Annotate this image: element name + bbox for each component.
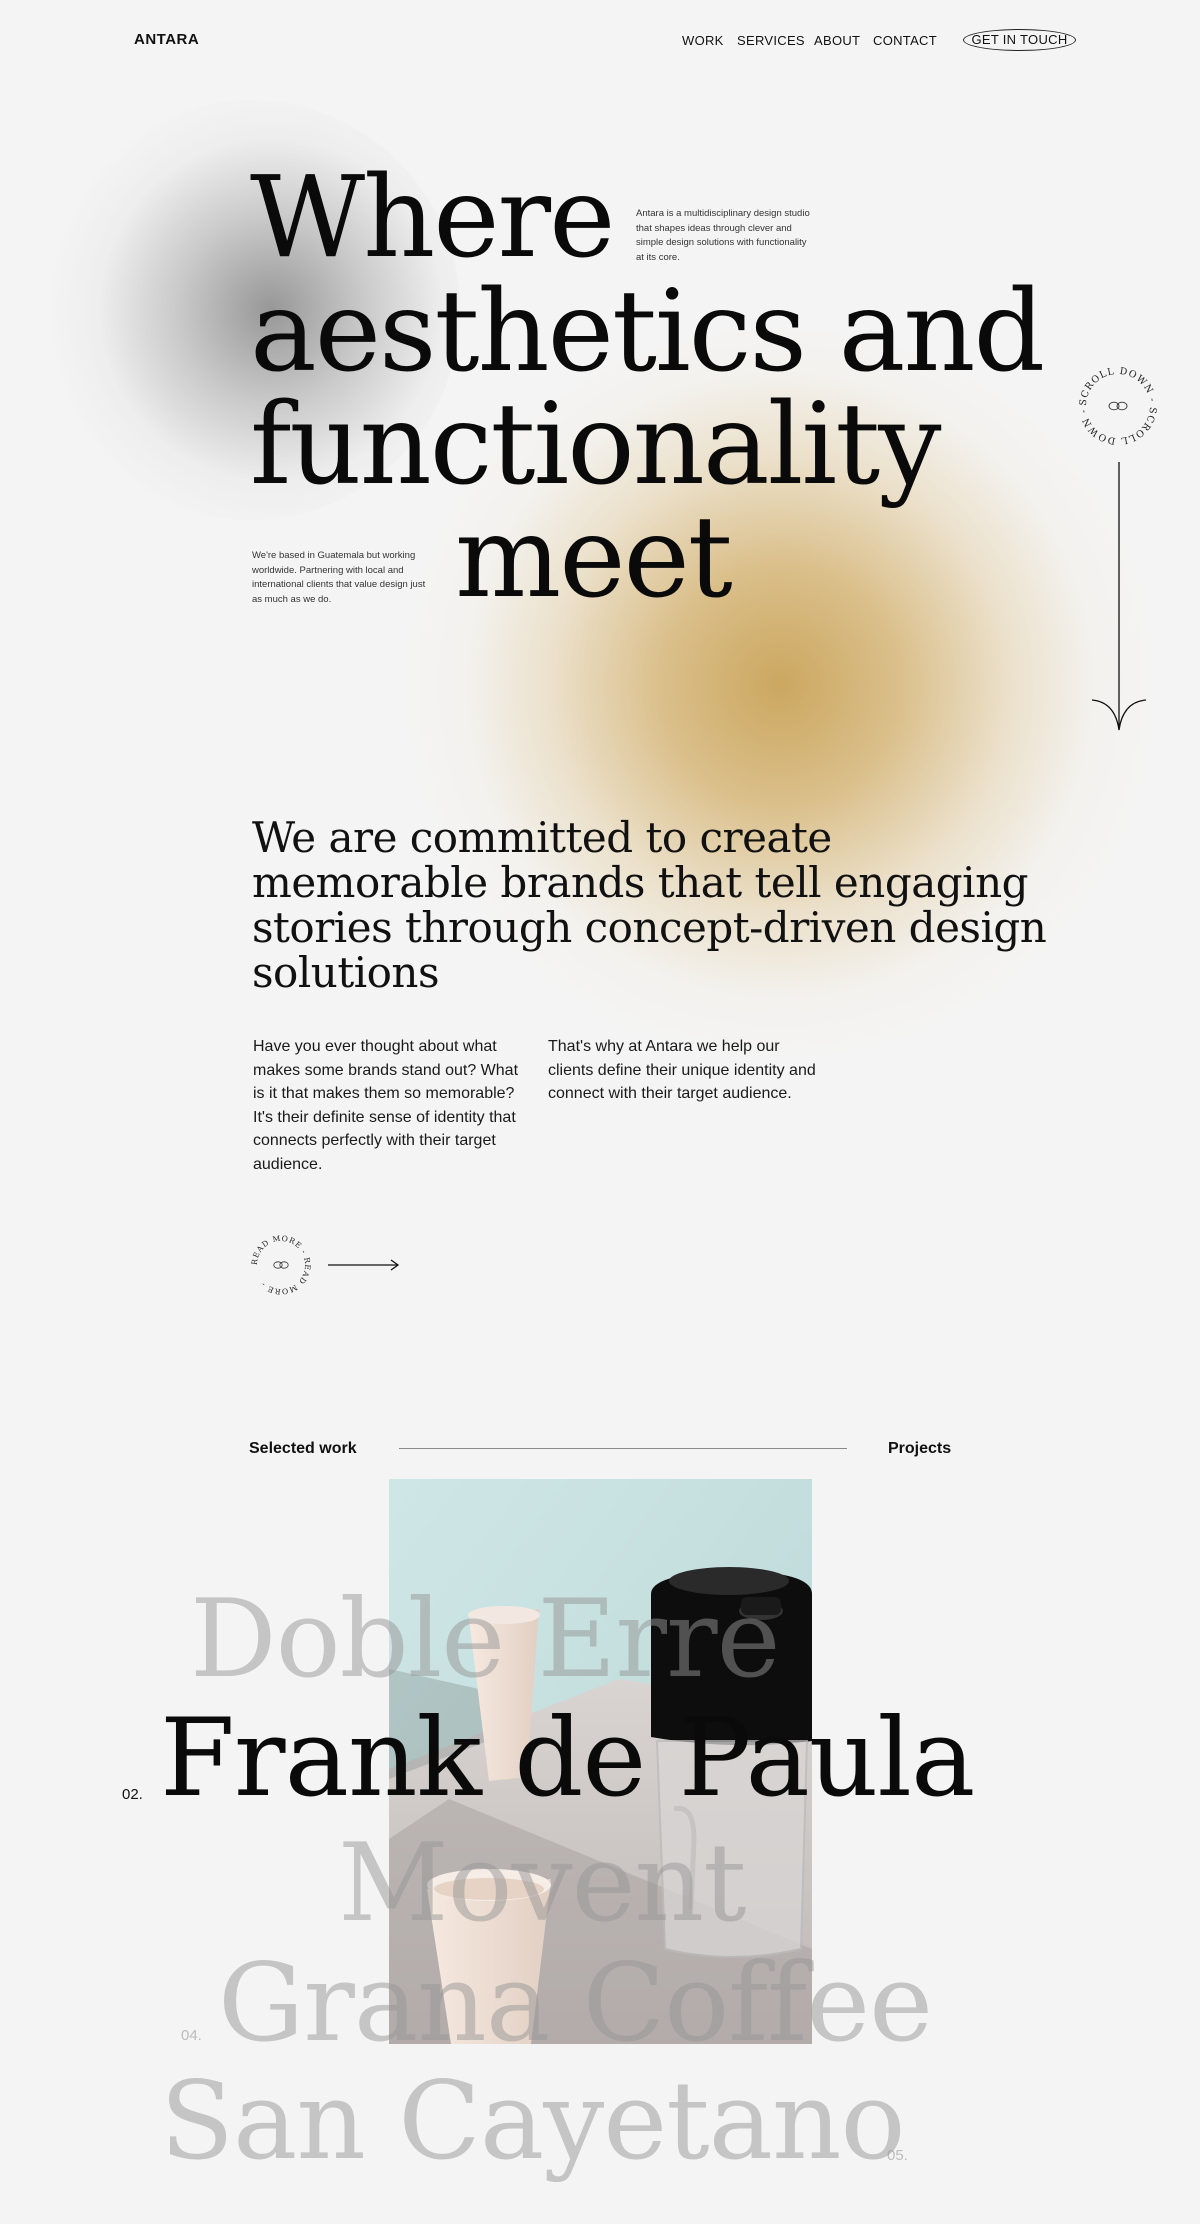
logo[interactable]: ANTARA — [134, 31, 199, 48]
nav-contact[interactable]: CONTACT — [873, 33, 937, 48]
nav-about[interactable]: ABOUT — [814, 33, 860, 48]
studio-intro: Antara is a multidisciplinary design stu… — [636, 208, 810, 263]
nav-work[interactable]: WORK — [682, 33, 724, 48]
project-san-cayetano[interactable]: San Cayetano — [160, 2068, 906, 2176]
hero-line-1: Where — [250, 153, 615, 283]
read-more-text: READ MORE - READ MORE - — [250, 1234, 312, 1296]
scroll-down-arrow-icon — [1091, 462, 1147, 731]
about-paragraph-1: Have you ever thought about what makes s… — [253, 1038, 519, 1173]
hero-line-3: functionality — [250, 380, 942, 510]
project-number-05: 05. — [887, 2147, 908, 2164]
project-number-02: 02. — [122, 1786, 143, 1803]
scroll-down-badge[interactable]: SCROLL DOWN - SCROLL DOWN - — [1073, 361, 1163, 451]
about-paragraph-2: That's why at Antara we help our clients… — [548, 1038, 816, 1102]
hero-line-4: meet — [455, 493, 733, 623]
link-rings-icon — [273, 1261, 289, 1269]
link-rings-icon — [1108, 401, 1128, 411]
project-doble-erre[interactable]: Doble Erre — [190, 1586, 781, 1694]
location-copy: We're based in Guatemala but working wor… — [252, 550, 426, 605]
selected-work-label: Selected work — [249, 1440, 357, 1457]
get-in-touch-button[interactable]: GET IN TOUCH — [963, 29, 1076, 51]
section-divider — [399, 1448, 847, 1449]
project-movent[interactable]: Movent — [338, 1830, 746, 1938]
scroll-down-text: SCROLL DOWN - SCROLL DOWN - — [1078, 366, 1158, 446]
projects-link[interactable]: Projects — [888, 1440, 951, 1458]
hero-line-2: aesthetics and — [250, 267, 1045, 397]
project-grana-coffee[interactable]: Grana Coffee — [218, 1950, 933, 2058]
nav-services[interactable]: SERVICES — [737, 33, 805, 48]
project-frank-de-paula[interactable]: Frank de Paula — [160, 1705, 975, 1813]
project-number-04: 04. — [181, 2027, 202, 2044]
commitment-heading: We are committed to create memorable bra… — [252, 813, 1047, 997]
read-more-arrow-icon[interactable] — [328, 1258, 400, 1272]
read-more-badge[interactable]: READ MORE - READ MORE - — [246, 1230, 316, 1300]
